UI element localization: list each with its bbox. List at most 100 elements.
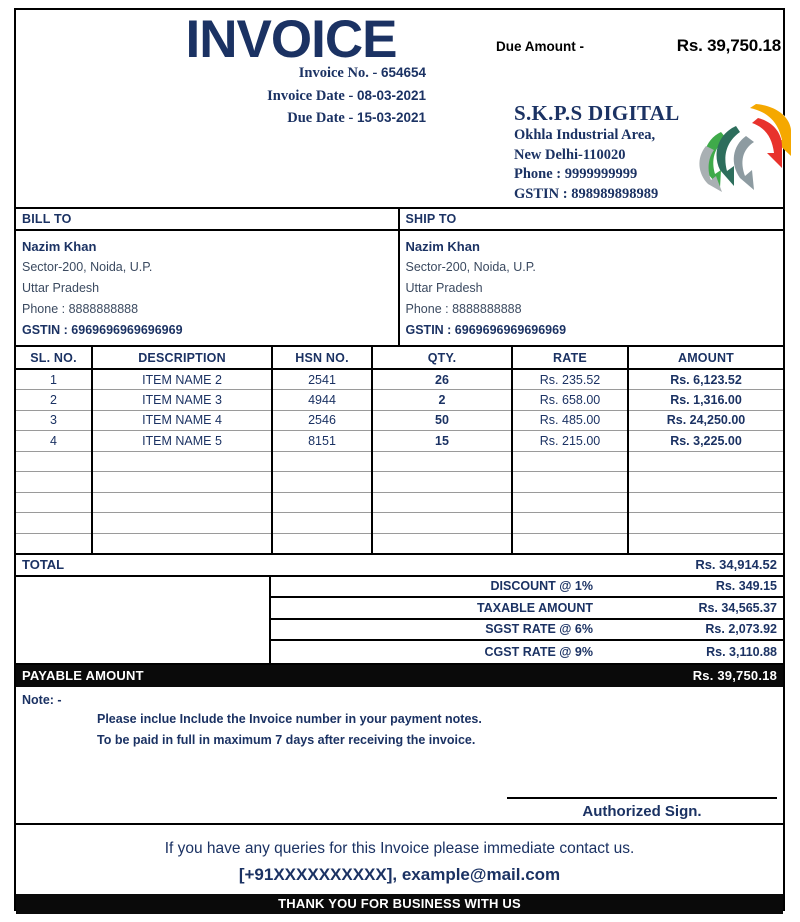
cell-empty xyxy=(16,533,92,555)
cell-hsn: 4944 xyxy=(271,389,372,411)
ship-to-block: SHIP TO Nazim Khan Sector-200, Noida, U.… xyxy=(399,209,783,345)
invoice-number-value: 654654 xyxy=(380,65,426,80)
cell-empty xyxy=(16,512,92,534)
cell-empty xyxy=(627,533,783,555)
summary-value: Rs. 349.15 xyxy=(715,579,777,594)
invoice-page: INVOICE Invoice No. - 654654 Invoice Dat… xyxy=(14,8,791,914)
summary-label: TAXABLE AMOUNT xyxy=(477,600,593,615)
footer-queries-text: If you have any queries for this Invoice… xyxy=(164,839,635,857)
invoice-number-label: Invoice No. - xyxy=(298,65,378,81)
cell-qty: 15 xyxy=(371,430,512,452)
table-row-empty xyxy=(16,492,783,513)
cell-empty xyxy=(627,471,783,493)
table-row-empty xyxy=(16,471,783,493)
table-row: 3 ITEM NAME 4 2546 50 Rs. 485.00 Rs. 24,250.0… xyxy=(16,410,783,431)
summary-label: SGST RATE @ 6% xyxy=(485,622,593,637)
table-row: 1 ITEM NAME 2 2541 26 Rs. 235.52 Rs. 6,123.52 xyxy=(16,369,783,390)
parties-section: BILL TO Nazim Khan Sector-200, Noida, U.… xyxy=(16,207,783,347)
cell-rate: Rs. 658.00 xyxy=(511,389,628,411)
cell-empty xyxy=(627,492,783,513)
cell-amount: Rs. 24,250.00 xyxy=(627,410,783,431)
cell-empty xyxy=(511,471,628,493)
bill-to-block: BILL TO Nazim Khan Sector-200, Noida, U.… xyxy=(16,209,400,345)
summary-value: Rs. 34,565.37 xyxy=(698,600,777,615)
cell-qty: 26 xyxy=(371,369,512,390)
note-line-2: To be paid in full in maximum 7 days aft… xyxy=(97,732,476,747)
payable-amount-label: PAYABLE AMOUNT xyxy=(22,668,144,683)
summary-label: DISCOUNT @ 1% xyxy=(490,579,593,594)
cell-hsn: 8151 xyxy=(271,430,372,452)
total-label: TOTAL xyxy=(22,556,65,572)
invoice-meta: Invoice No. - 654654 Invoice Date - 08-0… xyxy=(136,62,426,130)
table-row-empty xyxy=(16,451,783,472)
column-header-hsn: HSN NO. xyxy=(271,347,372,370)
cell-qty: 2 xyxy=(371,389,512,411)
cell-hsn: 2546 xyxy=(271,410,372,431)
bill-to-phone: Phone : 8888888888 xyxy=(22,302,139,316)
due-date-value: 15-03-2021 xyxy=(356,110,426,125)
cell-empty xyxy=(511,533,628,555)
note-heading: Note: - xyxy=(22,692,62,707)
cell-empty xyxy=(271,512,372,534)
footer-section: If you have any queries for this Invoice… xyxy=(16,825,783,888)
summary-value: Rs. 2,073.92 xyxy=(705,622,777,637)
table-row-empty xyxy=(16,533,783,555)
cell-sl: 2 xyxy=(16,389,92,411)
summary-row: DISCOUNT @ 1% Rs. 349.15 xyxy=(271,577,783,598)
items-table-body: 1 ITEM NAME 2 2541 26 Rs. 235.52 Rs. 6,123.52… xyxy=(16,369,783,555)
summary-row: CGST RATE @ 9% Rs. 3,110.88 xyxy=(271,641,783,663)
invoice-header: INVOICE Invoice No. - 654654 Invoice Dat… xyxy=(16,10,791,207)
cell-empty xyxy=(371,492,512,513)
cell-empty xyxy=(271,471,372,493)
cell-empty xyxy=(16,451,92,472)
cell-sl: 4 xyxy=(16,430,92,452)
cell-empty xyxy=(511,512,628,534)
cell-empty xyxy=(371,512,512,534)
due-amount-value: Rs. 39,750.18 xyxy=(676,36,781,55)
note-line-1: Please inclue Include the Invoice number… xyxy=(97,711,482,726)
cell-empty xyxy=(91,451,272,472)
column-header-amount: AMOUNT xyxy=(627,347,783,370)
cell-empty xyxy=(91,471,272,493)
cell-sl: 3 xyxy=(16,410,92,431)
page-title: INVOICE xyxy=(185,10,398,69)
bill-to-heading: BILL TO xyxy=(16,209,398,231)
ship-to-name: Nazim Khan xyxy=(405,239,480,254)
ship-to-phone: Phone : 8888888888 xyxy=(405,302,522,316)
cell-hsn: 2541 xyxy=(271,369,372,390)
cell-empty xyxy=(371,471,512,493)
table-header-row: SL. NO. DESCRIPTION HSN NO. QTY. RATE AM… xyxy=(16,347,783,370)
company-logo-icon xyxy=(688,96,793,200)
table-row: 2 ITEM NAME 3 4944 2 Rs. 658.00 Rs. 1,316.00 xyxy=(16,389,783,411)
thank-you-bar: THANK YOU FOR BUSINESS WITH US xyxy=(16,893,783,914)
cell-empty xyxy=(271,533,372,555)
cell-empty xyxy=(511,492,628,513)
invoice-date-value: 08-03-2021 xyxy=(356,87,426,103)
summary-blank-cell xyxy=(16,576,271,663)
cell-empty xyxy=(91,533,272,555)
cell-empty xyxy=(511,451,628,472)
cell-empty xyxy=(271,492,372,513)
items-table-head: SL. NO. DESCRIPTION HSN NO. QTY. RATE AM… xyxy=(16,347,783,370)
column-header-qty: QTY. xyxy=(371,347,512,370)
cell-rate: Rs. 235.52 xyxy=(511,369,628,390)
cell-description: ITEM NAME 4 xyxy=(91,410,272,431)
total-row: TOTAL Rs. 34,914.52 xyxy=(16,555,783,577)
bill-to-state: Uttar Pradesh xyxy=(22,281,100,295)
cell-empty xyxy=(371,451,512,472)
due-date-row: Due Date - 15-03-2021 xyxy=(136,107,426,130)
items-table: SL. NO. DESCRIPTION HSN NO. QTY. RATE AM… xyxy=(16,347,783,555)
cell-amount: Rs. 3,225.00 xyxy=(627,430,783,452)
due-amount-label: Due Amount - xyxy=(496,39,584,54)
cell-rate: Rs. 215.00 xyxy=(511,430,628,452)
column-header-rate: RATE xyxy=(511,347,628,370)
footer-contact-text: [+91XXXXXXXXXX], example@mail.com xyxy=(238,864,561,884)
cell-empty xyxy=(271,451,372,472)
summary-label: CGST RATE @ 9% xyxy=(484,644,594,659)
ship-to-gstin: GSTIN : 6969696969696969 xyxy=(405,323,567,337)
cell-rate: Rs. 485.00 xyxy=(511,410,628,431)
cell-empty xyxy=(91,512,272,534)
authorized-sign-label: Authorized Sign. xyxy=(582,802,702,820)
invoice-date-row: Invoice Date - 08-03-2021 xyxy=(136,85,426,108)
column-header-desc: DESCRIPTION xyxy=(91,347,272,370)
